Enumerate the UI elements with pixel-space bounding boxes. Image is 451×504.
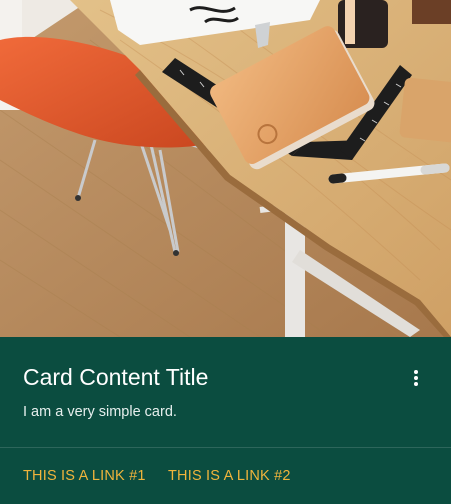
card: Card Content Title I am a very simple ca…	[0, 0, 451, 504]
card-text: I am a very simple card.	[23, 404, 177, 420]
more-dot-icon	[414, 376, 418, 380]
card-link-2[interactable]: THIS IS A LINK #2	[168, 467, 291, 485]
card-action: THIS IS A LINK #1 THIS IS A LINK #2	[0, 448, 451, 504]
card-title: Card Content Title	[23, 364, 209, 390]
more-dot-icon	[414, 382, 418, 386]
card-image	[0, 0, 451, 337]
card-link-1[interactable]: THIS IS A LINK #1	[23, 467, 146, 485]
desk-photo-image	[0, 0, 451, 337]
more-vert-icon[interactable]	[400, 361, 432, 393]
card-content: Card Content Title I am a very simple ca…	[0, 337, 451, 447]
more-dot-icon	[414, 370, 418, 374]
